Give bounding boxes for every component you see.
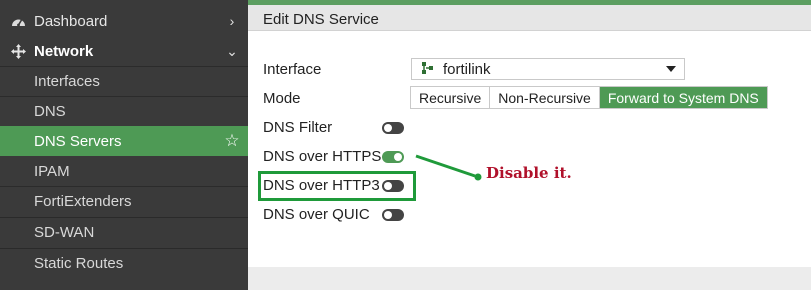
- sidebar-item-dns[interactable]: DNS: [0, 96, 248, 126]
- sidebar-item-label: FortiExtenders: [34, 193, 132, 210]
- toggle-knob: [384, 124, 392, 132]
- sidebar-item-fortiextenders[interactable]: FortiExtenders: [0, 186, 248, 216]
- sidebar-item-label: Static Routes: [34, 255, 124, 272]
- interface-label: Interface: [263, 61, 322, 78]
- sidebar: Dashboard › Network ⌄ Interfaces DNS DNS…: [0, 0, 248, 290]
- main-panel: Edit DNS Service Interface fortilink Mod…: [248, 0, 811, 290]
- sidebar-item-ipam[interactable]: IPAM: [0, 156, 248, 186]
- sidebar-item-label: SD-WAN: [34, 224, 95, 241]
- bottom-bar: [248, 267, 811, 290]
- dns-over-quic-label: DNS over QUIC: [263, 206, 370, 223]
- interface-select-value: fortilink: [443, 60, 491, 78]
- chevron-right-icon: ›: [229, 13, 235, 29]
- sidebar-item-label: Interfaces: [34, 73, 100, 90]
- toggle-knob: [394, 153, 402, 161]
- move-arrows-icon: [10, 43, 26, 59]
- mode-label: Mode: [263, 90, 301, 107]
- gauge-icon: [10, 15, 26, 28]
- dns-over-quic-toggle[interactable]: [382, 209, 404, 221]
- toggle-knob: [384, 182, 392, 190]
- page-header: Edit DNS Service: [248, 5, 811, 31]
- nav-network[interactable]: Network ⌄: [0, 36, 248, 66]
- mode-option-recursive[interactable]: Recursive: [411, 87, 491, 108]
- dns-filter-toggle[interactable]: [382, 122, 404, 134]
- nav-dashboard-label: Dashboard: [34, 12, 108, 30]
- nav-dashboard[interactable]: Dashboard ›: [0, 6, 248, 36]
- mode-option-non-recursive[interactable]: Non-Recursive: [490, 87, 600, 108]
- sidebar-item-label: DNS Servers: [34, 132, 122, 150]
- sidebar-item-sd-wan[interactable]: SD-WAN: [0, 217, 248, 247]
- dns-filter-label: DNS Filter: [263, 119, 333, 136]
- dns-over-http3-label: DNS over HTTP3: [263, 177, 380, 194]
- page-title: Edit DNS Service: [263, 11, 379, 28]
- sidebar-item-static-routes[interactable]: Static Routes: [0, 248, 248, 278]
- toggle-knob: [384, 211, 392, 219]
- mode-segmented-control: Recursive Non-Recursive Forward to Syste…: [410, 86, 768, 109]
- sidebar-item-interfaces[interactable]: Interfaces: [0, 66, 248, 96]
- mode-option-forward-to-system-dns[interactable]: Forward to System DNS: [599, 87, 767, 108]
- sidebar-item-label: DNS: [34, 103, 66, 120]
- dns-over-https-toggle[interactable]: [382, 151, 404, 163]
- annotation-text: Disable it.: [486, 164, 572, 182]
- nav-network-label: Network: [34, 42, 94, 60]
- fortilink-icon: [421, 61, 435, 78]
- dropdown-caret-icon: [666, 66, 676, 72]
- dns-over-http3-toggle[interactable]: [382, 180, 404, 192]
- form-panel: Interface fortilink Mode Recursive Non-R…: [248, 31, 811, 267]
- sidebar-item-label: IPAM: [34, 162, 70, 180]
- dns-over-https-label: DNS over HTTPS: [263, 148, 382, 165]
- star-icon[interactable]: ☆: [222, 131, 242, 151]
- interface-select[interactable]: fortilink: [411, 58, 685, 80]
- chevron-down-icon: ⌄: [226, 42, 238, 59]
- sidebar-item-dns-servers[interactable]: DNS Servers ☆: [0, 126, 248, 156]
